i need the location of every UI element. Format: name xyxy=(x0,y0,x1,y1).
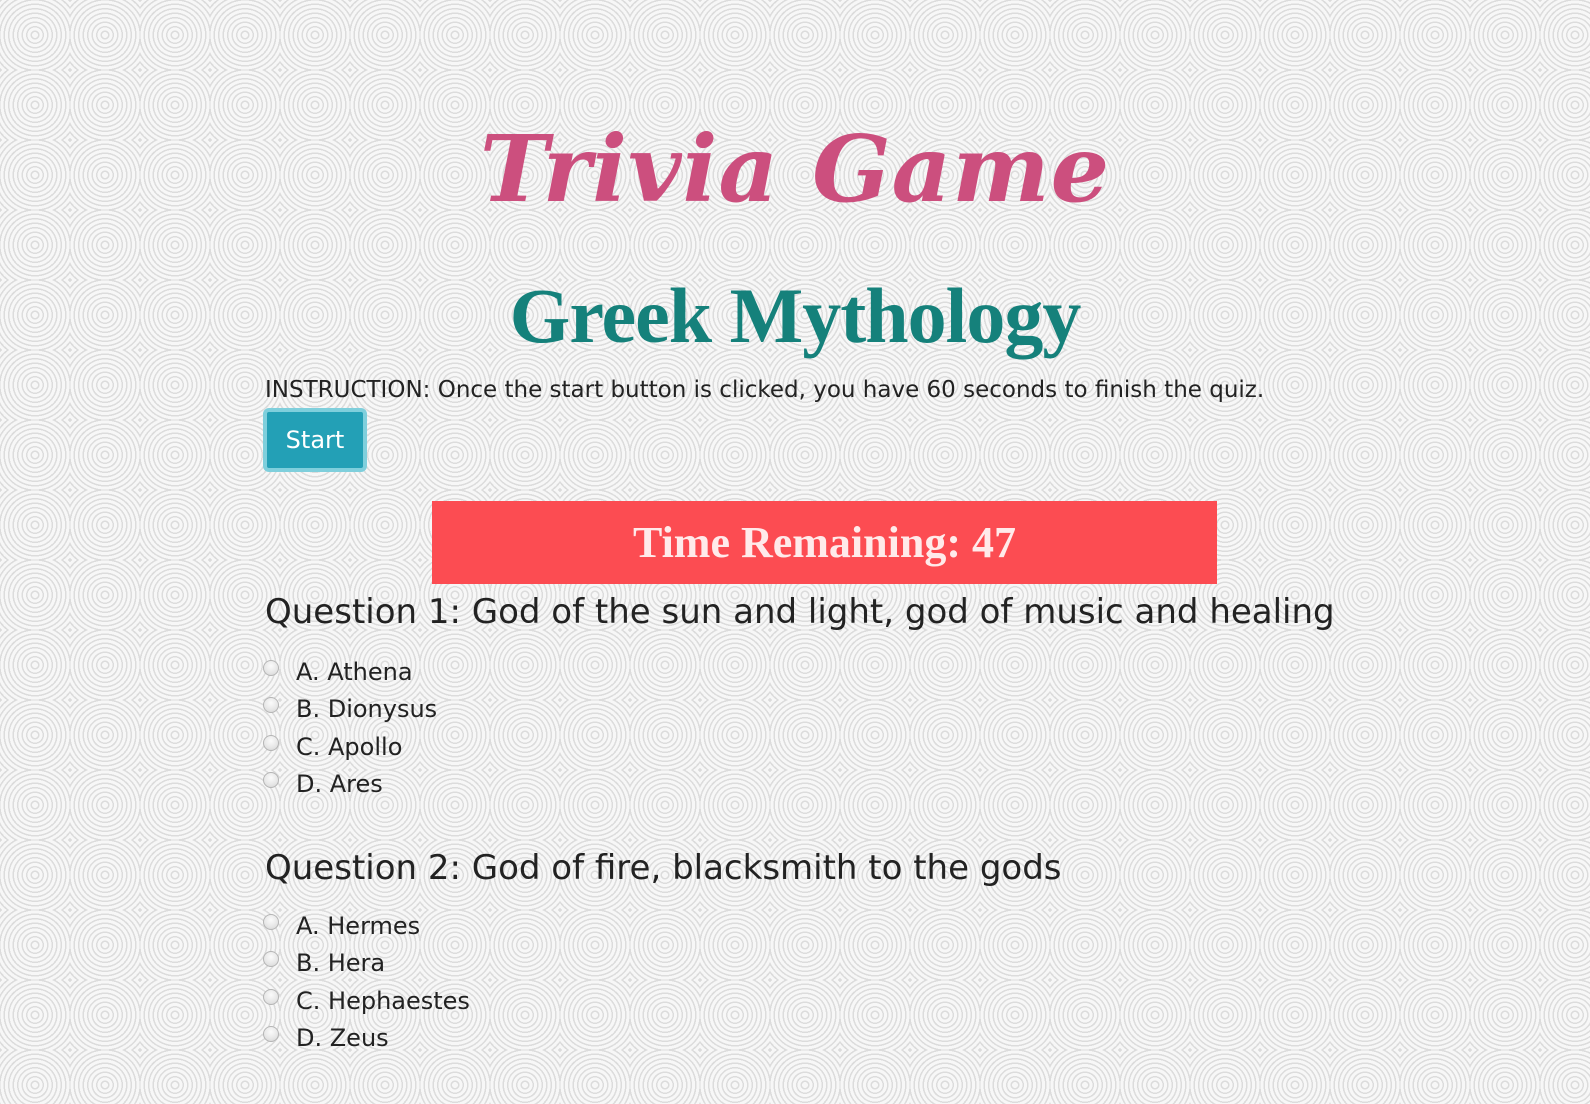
answer-option-label[interactable]: D. Ares xyxy=(296,770,383,798)
page-title: Trivia Game xyxy=(479,114,1111,223)
answer-option-label[interactable]: B. Dionysus xyxy=(296,695,437,723)
radio-button[interactable] xyxy=(263,734,279,751)
answer-option[interactable]: A. Athena xyxy=(263,653,437,691)
page-subtitle: Greek Mythology xyxy=(509,271,1082,359)
answer-option[interactable]: C. Apollo xyxy=(263,728,437,766)
answer-option[interactable]: C. Hephaestes xyxy=(263,982,470,1020)
answer-option[interactable]: D. Zeus xyxy=(263,1020,470,1058)
answer-option-label[interactable]: B. Hera xyxy=(296,949,385,977)
answer-option-label[interactable]: D. Zeus xyxy=(296,1024,389,1052)
answer-option[interactable]: B. Hera xyxy=(263,945,470,983)
question-2-options: A. Hermes B. Hera C. Hephaestes D. Zeus xyxy=(263,907,470,1057)
start-button[interactable]: Start xyxy=(263,408,367,472)
radio-button[interactable] xyxy=(263,913,279,930)
answer-option[interactable]: D. Ares xyxy=(263,766,437,804)
question-1-text: Question 1: God of the sun and light, go… xyxy=(265,592,1335,632)
radio-button[interactable] xyxy=(263,1026,279,1043)
answer-option[interactable]: A. Hermes xyxy=(263,907,470,945)
radio-button[interactable] xyxy=(263,951,279,968)
time-remaining-banner: Time Remaining: 47 xyxy=(432,501,1217,584)
answer-option-label[interactable]: A. Athena xyxy=(296,658,413,686)
radio-button[interactable] xyxy=(263,659,279,676)
answer-option-label[interactable]: C. Hephaestes xyxy=(296,987,470,1015)
radio-button[interactable] xyxy=(263,697,279,714)
answer-option[interactable]: B. Dionysus xyxy=(263,691,437,729)
answer-option-label[interactable]: A. Hermes xyxy=(296,912,420,940)
radio-button[interactable] xyxy=(263,988,279,1005)
question-2-text: Question 2: God of fire, blacksmith to t… xyxy=(265,848,1062,888)
question-1-options: A. Athena B. Dionysus C. Apollo D. Ares xyxy=(263,653,437,803)
answer-option-label[interactable]: C. Apollo xyxy=(296,733,402,761)
instruction-text: INSTRUCTION: Once the start button is cl… xyxy=(265,377,1265,403)
radio-button[interactable] xyxy=(263,772,279,789)
